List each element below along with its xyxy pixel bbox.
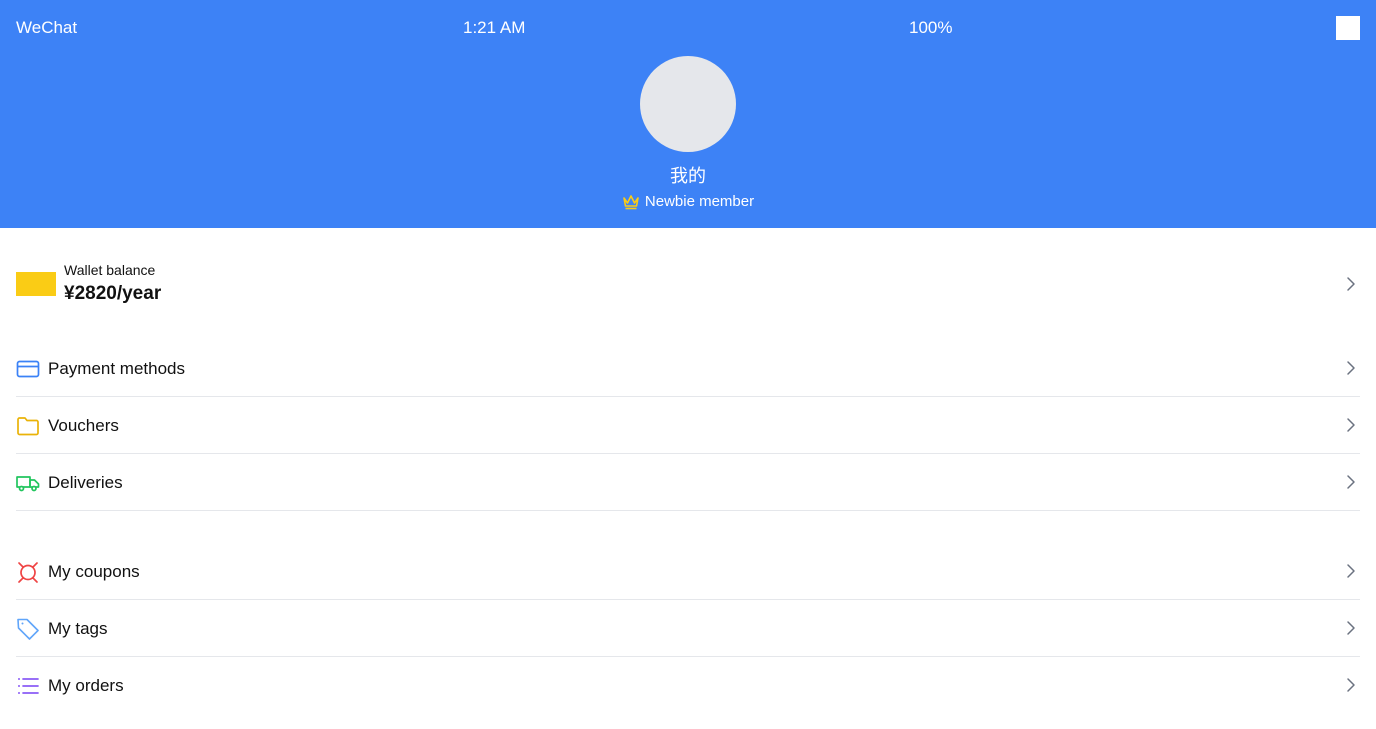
chevron-right-icon	[1347, 678, 1355, 692]
folder-icon	[17, 417, 39, 436]
menu-item-label: My tags	[48, 619, 108, 638]
chevron-right-icon	[1347, 418, 1355, 432]
status-time: 1:21 AM	[463, 18, 526, 37]
avatar[interactable]	[640, 56, 736, 152]
menu-item-my-coupons[interactable]: My coupons	[16, 543, 1360, 600]
chevron-right-icon	[1347, 564, 1355, 578]
menu-item-label: My coupons	[48, 562, 140, 581]
wallet-card-icon	[16, 272, 56, 296]
member-badge[interactable]: Newbie member	[0, 193, 1376, 210]
status-battery: 100%	[909, 18, 953, 37]
menu-item-label: Deliveries	[48, 473, 123, 492]
menu-item-vouchers[interactable]: Vouchers	[16, 397, 1360, 454]
credit-card-icon	[16, 360, 40, 378]
list-icon	[18, 678, 39, 694]
chevron-right-icon	[1347, 361, 1355, 375]
member-level: Newbie member	[644, 193, 755, 210]
truck-icon	[16, 476, 40, 492]
menu-item-deliveries[interactable]: Deliveries	[16, 454, 1360, 511]
menu-item-label: Vouchers	[48, 416, 119, 435]
coupon-icon	[18, 562, 38, 583]
chevron-right-icon	[1347, 621, 1355, 635]
crown-icon	[623, 194, 639, 209]
chevron-right-icon	[1347, 475, 1355, 489]
wallet-amount: ¥2820/year	[64, 283, 162, 304]
profile-header: WeChat 1:21 AM 100% 我的 Newbie member	[0, 0, 1376, 228]
menu-item-my-tags[interactable]: My tags	[16, 600, 1360, 657]
wallet-label: Wallet balance	[64, 262, 156, 278]
menu-item-payment-methods[interactable]: Payment methods	[16, 340, 1360, 397]
username: 我的	[670, 166, 706, 187]
menu-item-my-orders[interactable]: My orders	[16, 657, 1360, 714]
status-square-icon[interactable]	[1336, 16, 1360, 40]
chevron-right-icon	[1347, 277, 1355, 291]
tag-icon	[17, 618, 39, 640]
menu-item-label: My orders	[48, 676, 124, 695]
wallet-balance-row[interactable]: Wallet balance ¥2820/year	[16, 256, 1360, 312]
status-app-name: WeChat	[16, 18, 78, 37]
menu-item-label: Payment methods	[48, 359, 186, 378]
